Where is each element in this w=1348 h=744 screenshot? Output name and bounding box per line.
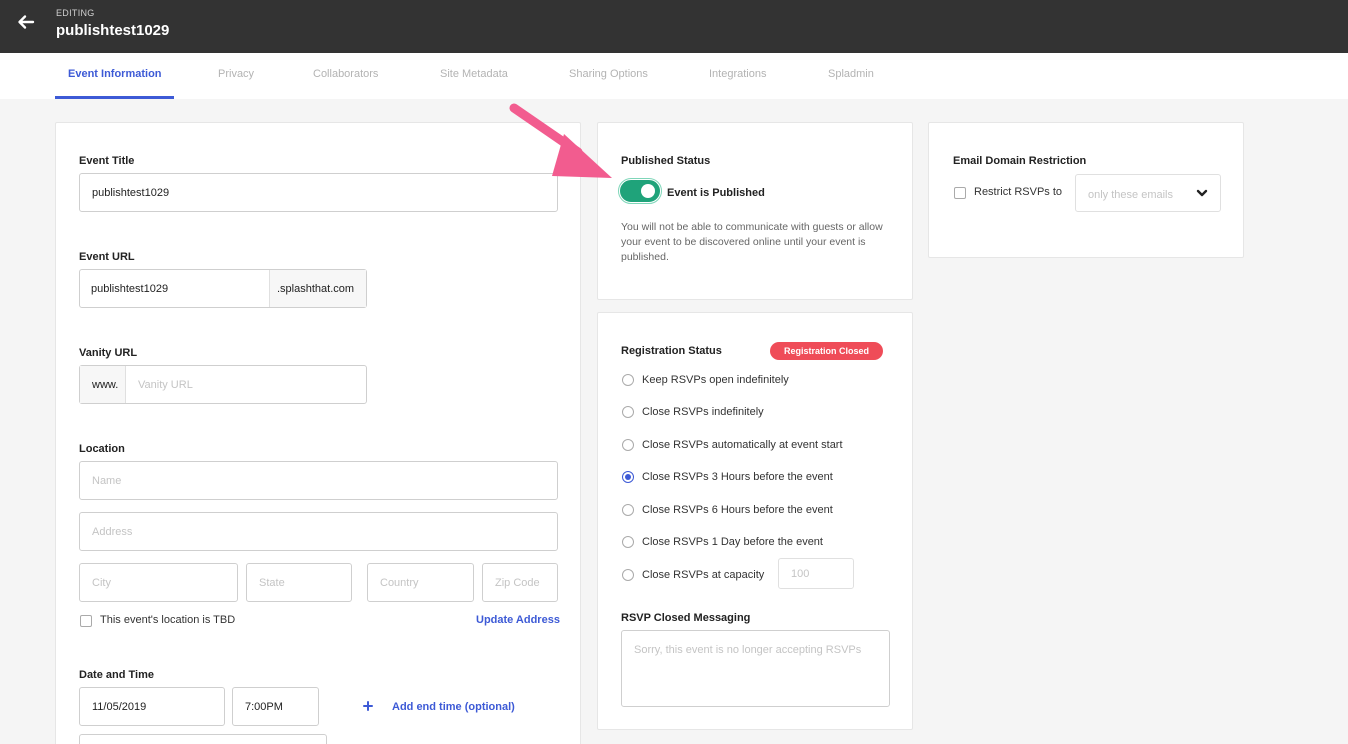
radio-label: Close RSVPs indefinitely bbox=[642, 406, 764, 418]
published-status-title: Published Status bbox=[621, 155, 711, 167]
url-suffix: .splashthat.com bbox=[277, 283, 355, 295]
radio-close-6-hours[interactable] bbox=[622, 504, 634, 516]
tab-integrations[interactable]: Integrations bbox=[709, 68, 766, 80]
email-domain-card: Email Domain Restriction Restrict RSVPs … bbox=[928, 122, 1244, 258]
event-url-label: Event URL bbox=[79, 251, 135, 263]
restrict-rsvps-label: Restrict RSVPs to bbox=[974, 186, 1063, 198]
email-restriction-value: only these emails bbox=[1088, 189, 1173, 201]
vanity-prefix: www. bbox=[92, 379, 119, 391]
radio-label: Close RSVPs 3 Hours before the event bbox=[642, 471, 833, 483]
top-bar: EDITING publishtest1029 bbox=[0, 0, 1348, 53]
vanity-url-input[interactable] bbox=[126, 365, 366, 404]
radio-close-indefinitely[interactable] bbox=[622, 406, 634, 418]
location-address-input[interactable] bbox=[79, 512, 558, 551]
vanity-url-group: www. bbox=[79, 365, 367, 404]
tab-spladmin[interactable]: Spladmin bbox=[828, 68, 874, 80]
location-label: Location bbox=[79, 443, 125, 455]
tab-event-information[interactable]: Event Information bbox=[68, 68, 162, 80]
zip-code-input[interactable] bbox=[482, 563, 558, 602]
radio-label: Close RSVPs 6 Hours before the event bbox=[642, 504, 833, 516]
city-input[interactable] bbox=[79, 563, 238, 602]
back-arrow-icon[interactable] bbox=[16, 12, 36, 32]
email-restriction-select[interactable]: only these emails bbox=[1075, 174, 1221, 212]
country-input[interactable] bbox=[367, 563, 474, 602]
chevron-down-icon bbox=[1196, 189, 1208, 197]
update-address-link[interactable]: Update Address bbox=[476, 614, 560, 626]
radio-label: Keep RSVPs open indefinitely bbox=[642, 374, 789, 386]
registration-status-title: Registration Status bbox=[621, 345, 722, 357]
registration-status-card: Registration Status Registration Closed … bbox=[597, 312, 913, 730]
vanity-url-label: Vanity URL bbox=[79, 347, 138, 359]
radio-close-at-start[interactable] bbox=[622, 439, 634, 451]
page-title: publishtest1029 bbox=[56, 22, 170, 39]
add-end-time-link[interactable]: Add end time (optional) bbox=[392, 701, 515, 713]
event-information-card: Event Title Event URL .splashthat.com Va… bbox=[55, 122, 581, 744]
state-input[interactable] bbox=[246, 563, 352, 602]
published-status-card: Published Status Event is Published You … bbox=[597, 122, 913, 300]
toggle-knob bbox=[641, 184, 655, 198]
rsvp-closed-messaging-input[interactable] bbox=[621, 630, 890, 707]
time-input[interactable] bbox=[232, 687, 319, 726]
restrict-rsvps-checkbox[interactable] bbox=[954, 187, 966, 199]
location-tbd-label: This event's location is TBD bbox=[100, 614, 236, 626]
capacity-input[interactable] bbox=[778, 558, 854, 589]
published-description: You will not be able to communicate with… bbox=[621, 221, 883, 263]
timezone-select[interactable] bbox=[79, 734, 327, 744]
date-time-label: Date and Time bbox=[79, 669, 154, 681]
tab-collaborators[interactable]: Collaborators bbox=[313, 68, 378, 80]
tab-site-metadata[interactable]: Site Metadata bbox=[440, 68, 508, 80]
event-url-group: .splashthat.com bbox=[79, 269, 367, 308]
rsvp-closed-messaging-label: RSVP Closed Messaging bbox=[621, 612, 751, 624]
radio-close-at-capacity[interactable] bbox=[622, 569, 634, 581]
tab-privacy[interactable]: Privacy bbox=[218, 68, 254, 80]
radio-label: Close RSVPs at capacity bbox=[642, 569, 765, 581]
plus-icon[interactable] bbox=[363, 701, 373, 711]
event-title-label: Event Title bbox=[79, 155, 135, 167]
tab-bar: Event Information Privacy Collaborators … bbox=[0, 53, 1348, 99]
date-input[interactable] bbox=[79, 687, 225, 726]
tab-sharing-options[interactable]: Sharing Options bbox=[569, 68, 648, 80]
radio-label: Close RSVPs automatically at event start bbox=[642, 439, 843, 451]
radio-close-1-day[interactable] bbox=[622, 536, 634, 548]
active-tab-indicator bbox=[55, 96, 174, 99]
email-domain-title: Email Domain Restriction bbox=[953, 155, 1087, 167]
event-title-input[interactable] bbox=[79, 173, 558, 212]
radio-close-3-hours[interactable] bbox=[622, 471, 634, 483]
published-toggle[interactable] bbox=[620, 180, 660, 202]
location-name-input[interactable] bbox=[79, 461, 558, 500]
published-toggle-label: Event is Published bbox=[667, 187, 765, 199]
location-tbd-checkbox[interactable] bbox=[80, 615, 92, 627]
radio-keep-open[interactable] bbox=[622, 374, 634, 386]
radio-label: Close RSVPs 1 Day before the event bbox=[642, 536, 823, 548]
registration-closed-badge: Registration Closed bbox=[770, 342, 884, 360]
editing-label: EDITING bbox=[56, 8, 95, 18]
event-url-input[interactable] bbox=[79, 269, 269, 308]
